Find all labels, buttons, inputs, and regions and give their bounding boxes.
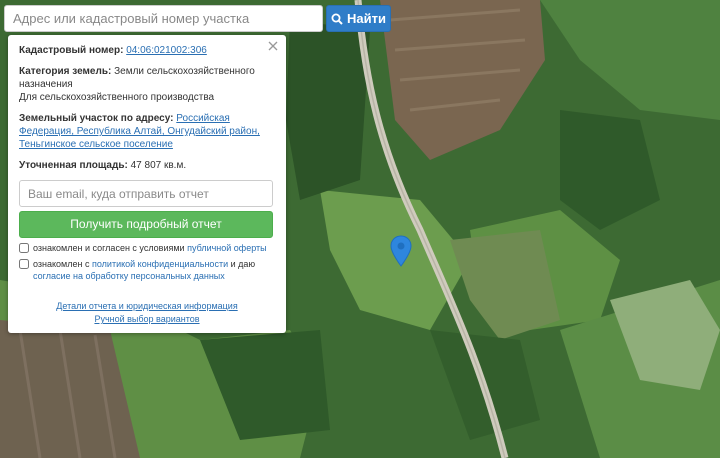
cadastral-label: Кадастровый номер: [19,45,124,56]
category-label: Категория земель: [19,66,112,77]
category-row: Категория земель: Земли сельскохозяйстве… [19,65,275,104]
cadastral-number-link[interactable]: 04:06:021002:306 [126,45,207,56]
offer-consent-prefix: ознакомлен и согласен с условиями [33,243,185,253]
area-value: 47 807 кв.м. [130,160,187,171]
manual-selection-link[interactable]: Ручной выбор вариантов [94,314,199,324]
search-input[interactable] [4,5,323,32]
public-offer-link[interactable]: публичной оферты [187,243,267,253]
get-report-button[interactable]: Получить подробный отчет [19,211,273,238]
offer-consent-text: ознакомлен и согласен с условиями публич… [33,242,267,254]
cadastral-row: Кадастровый номер: 04:06:021002:306 [19,44,275,57]
privacy-consent-text: ознакомлен с политикой конфиденциальност… [33,258,275,282]
search-button[interactable]: Найти [326,5,391,32]
search-icon [331,13,343,25]
privacy-consent-row: ознакомлен с политикой конфиденциальност… [19,258,275,282]
offer-consent-row: ознакомлен и согласен с условиями публич… [19,242,275,254]
address-label: Земельный участок по адресу: [19,113,174,124]
close-icon[interactable] [267,40,279,52]
area-label: Уточненная площадь: [19,160,128,171]
parcel-info-panel: Кадастровый номер: 04:06:021002:306 Кате… [8,35,286,333]
panel-footer-links: Детали отчета и юридическая информация Р… [8,300,286,326]
map-pin-icon[interactable] [390,235,412,267]
privacy-consent-prefix: ознакомлен с [33,259,90,269]
area-row: Уточненная площадь: 47 807 кв.м. [19,159,275,172]
privacy-consent-checkbox[interactable] [19,259,29,269]
category-use: Для сельскохозяйственного производства [19,92,215,103]
privacy-consent-middle: и даю [230,259,256,269]
report-details-link[interactable]: Детали отчета и юридическая информация [56,301,237,311]
search-button-label: Найти [347,11,386,26]
privacy-policy-link[interactable]: политикой конфиденциальности [92,259,228,269]
email-field[interactable] [19,180,273,207]
address-row: Земельный участок по адресу: Российская … [19,112,275,151]
offer-consent-checkbox[interactable] [19,243,29,253]
personal-data-consent-link[interactable]: согласие на обработку персональных данны… [33,271,225,281]
